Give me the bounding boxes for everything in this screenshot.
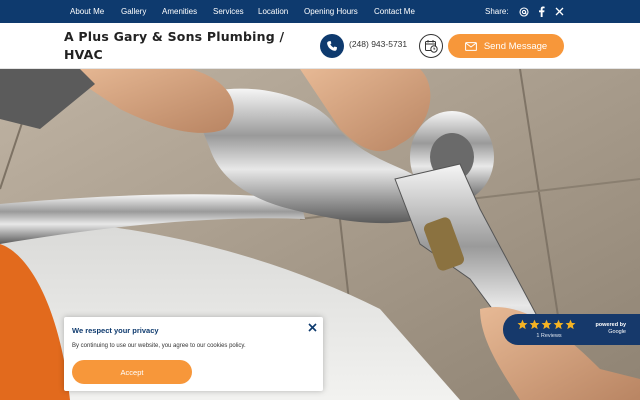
cookie-consent-banner: We respect your privacy By continuing to… (64, 317, 323, 391)
google-reviews-badge[interactable]: 1 Reviews powered by Google (503, 314, 640, 345)
reviews-count: 1 Reviews (536, 333, 562, 339)
star-rating (517, 319, 576, 330)
site-header: A Plus Gary & Sons Plumbing / HVAC (248)… (0, 23, 640, 69)
nav-link-contact-me[interactable]: Contact Me (374, 0, 415, 23)
phone-icon[interactable] (320, 34, 344, 58)
star-icon (541, 319, 552, 330)
facebook-icon[interactable] (535, 5, 548, 18)
star-icon (553, 319, 564, 330)
nav-link-location[interactable]: Location (258, 0, 288, 23)
cookie-text: By continuing to use our website, you ag… (72, 343, 246, 349)
nav-link-about-me[interactable]: About Me (70, 0, 104, 23)
nav-link-amenities[interactable]: Amenities (162, 0, 197, 23)
google-label: Google (608, 329, 626, 335)
calendar-clock-icon[interactable] (419, 34, 443, 58)
star-icon (565, 319, 576, 330)
star-icon (529, 319, 540, 330)
close-icon[interactable] (307, 322, 318, 333)
send-message-label: Send Message (483, 40, 548, 52)
phone-number[interactable]: (248) 943-5731 (349, 39, 407, 49)
business-name[interactable]: A Plus Gary & Sons Plumbing / HVAC (64, 28, 304, 64)
powered-by-label: powered by (595, 322, 626, 328)
send-message-button[interactable]: Send Message (448, 34, 564, 58)
nav-link-opening-hours[interactable]: Opening Hours (304, 0, 358, 23)
at-sign-icon[interactable] (517, 5, 530, 18)
nav-link-gallery[interactable]: Gallery (121, 0, 146, 23)
cookie-title: We respect your privacy (72, 326, 159, 335)
nav-link-services[interactable]: Services (213, 0, 244, 23)
x-twitter-icon[interactable] (553, 5, 566, 18)
star-icon (517, 319, 528, 330)
powered-by-google: powered by Google (595, 322, 626, 336)
share-label: Share: (485, 7, 509, 16)
envelope-icon (464, 41, 477, 51)
accept-button[interactable]: Accept (72, 360, 192, 384)
top-navigation-bar: About Me Gallery Amenities Services Loca… (0, 0, 640, 23)
